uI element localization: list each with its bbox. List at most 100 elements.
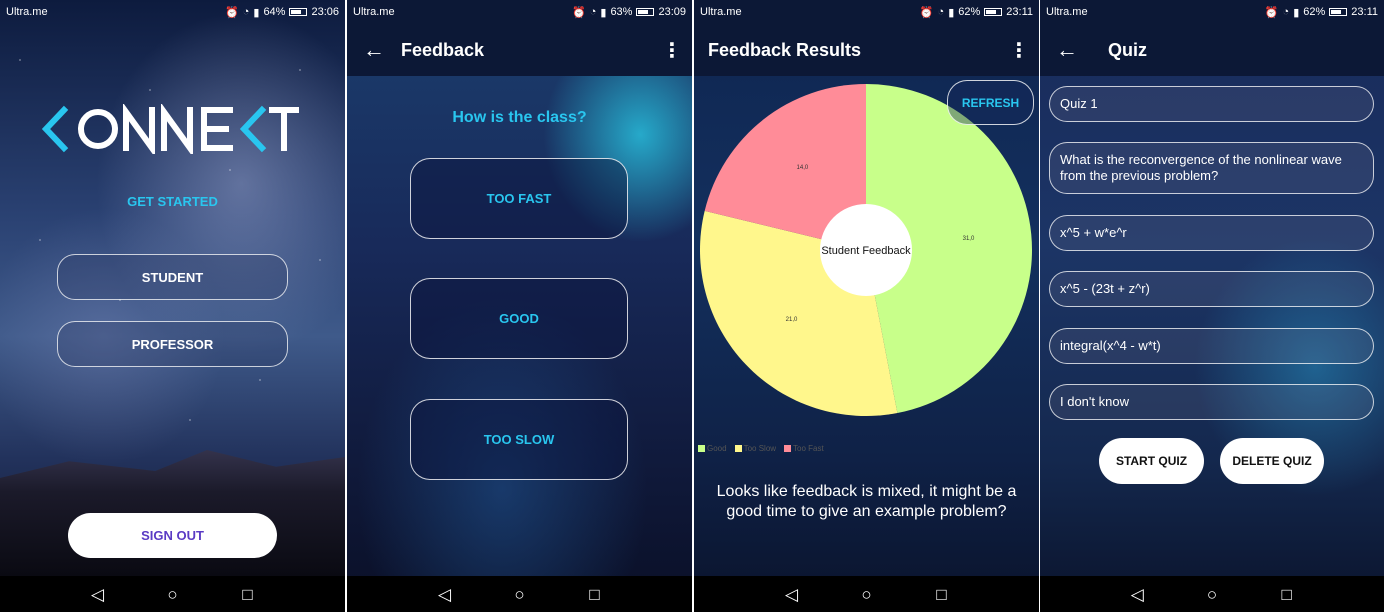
clock: 23:11	[1351, 6, 1378, 18]
quiz-name-field[interactable]: Quiz 1	[1049, 86, 1374, 122]
android-nav-bar: ◁ ○ □	[694, 576, 1039, 612]
signal-icon: ▮	[948, 6, 955, 19]
wifi-icon: ◔	[937, 6, 945, 18]
wifi-icon: ◔	[589, 6, 597, 18]
status-icons: ⏰ ◔ ▮ 63% 23:09	[572, 6, 686, 19]
status-bar: Ultra.me ⏰ ◔ ▮ 63% 23:09	[347, 0, 692, 24]
status-icons: ⏰ ◔ ▮ 62% 23:11	[1265, 6, 1378, 19]
delete-quiz-button[interactable]: DELETE QUIZ	[1220, 438, 1324, 484]
student-button[interactable]: STUDENT	[57, 254, 288, 300]
android-nav-bar: ◁ ○ □	[0, 576, 345, 612]
legend-item: Too Fast	[784, 444, 824, 453]
page-title: Feedback Results	[708, 39, 862, 60]
more-options-icon[interactable]: ⋮	[652, 38, 692, 63]
home-screen: Ultra.me ⏰ ◔ ▮ 64% 23:06 GET STARTED STU…	[0, 0, 345, 612]
sign-out-button[interactable]: SIGN OUT	[68, 513, 277, 558]
back-arrow-icon[interactable]: ←	[347, 37, 401, 63]
signal-icon: ▮	[1293, 6, 1300, 19]
good-button[interactable]: GOOD	[410, 278, 628, 359]
konnekt-logo	[41, 104, 299, 154]
recents-nav-icon[interactable]: □	[1272, 586, 1302, 603]
legend-swatch	[734, 445, 742, 452]
back-nav-icon[interactable]: ◁	[83, 586, 113, 603]
battery-percent: 63%	[610, 6, 633, 18]
app-bar: ← Feedback ⋮	[347, 24, 692, 76]
answer-option-field[interactable]: x^5 + w*e^r	[1049, 215, 1374, 251]
battery-icon	[289, 8, 308, 16]
android-nav-bar: ◁ ○ □	[347, 576, 692, 612]
recents-nav-icon[interactable]: □	[927, 586, 957, 603]
feedback-results-screen: Ultra.me ⏰ ◔ ▮ 62% 23:11 Feedback Result…	[694, 0, 1039, 612]
refresh-button[interactable]: REFRESH	[947, 80, 1034, 125]
clock: 23:11	[1006, 6, 1033, 18]
back-nav-icon[interactable]: ◁	[430, 586, 460, 603]
slice-value-label: 21,0	[786, 317, 798, 323]
home-nav-icon[interactable]: ○	[1197, 586, 1227, 603]
start-quiz-button[interactable]: START QUIZ	[1099, 438, 1204, 484]
professor-button[interactable]: PROFESSOR	[57, 321, 288, 367]
slice-value-label: 14,0	[797, 165, 809, 171]
feedback-message: Looks like feedback is mixed, it might b…	[716, 483, 1017, 520]
quiz-screen: Ultra.me ⏰ ◔ ▮ 62% 23:11 ← Quiz Quiz 1 W…	[1040, 0, 1384, 612]
legend-label: Too Slow	[743, 444, 777, 453]
battery-icon	[1329, 8, 1348, 16]
legend-label: Too Fast	[793, 444, 824, 453]
alarm-icon: ⏰	[572, 6, 586, 19]
battery-percent: 62%	[1303, 6, 1326, 18]
answer-option-field[interactable]: I don't know	[1049, 384, 1374, 420]
carrier-name: Ultra.me	[353, 6, 395, 18]
legend-item: Good	[698, 444, 727, 453]
battery-percent: 62%	[958, 6, 981, 18]
back-nav-icon[interactable]: ◁	[777, 586, 807, 603]
home-nav-icon[interactable]: ○	[852, 586, 882, 603]
home-nav-icon[interactable]: ○	[158, 586, 188, 603]
battery-percent: 64%	[263, 6, 286, 18]
status-bar: Ultra.me ⏰ ◔ ▮ 64% 23:06	[0, 0, 345, 24]
alarm-icon: ⏰	[225, 6, 239, 19]
question-field[interactable]: What is the reconvergence of the nonline…	[1049, 142, 1374, 194]
signal-icon: ▮	[253, 6, 260, 19]
clock: 23:09	[658, 6, 686, 18]
more-options-icon[interactable]: ⋮	[999, 38, 1039, 63]
pie-center-label: Student Feedback	[821, 245, 911, 257]
app-bar: ← Quiz	[1040, 24, 1384, 76]
recents-nav-icon[interactable]: □	[580, 586, 610, 603]
feedback-question: How is the class?	[452, 109, 587, 126]
carrier-name: Ultra.me	[6, 6, 48, 18]
page-title: Quiz	[1108, 39, 1147, 60]
alarm-icon: ⏰	[919, 6, 934, 19]
signal-icon: ▮	[600, 6, 607, 19]
carrier-name: Ultra.me	[1046, 6, 1088, 18]
status-bar: Ultra.me ⏰ ◔ ▮ 62% 23:11	[1040, 0, 1384, 24]
back-nav-icon[interactable]: ◁	[1122, 586, 1152, 603]
home-nav-icon[interactable]: ○	[505, 586, 535, 603]
feedback-pie-chart: 31,0 21,0 14,0 Student Feedback	[700, 84, 1032, 416]
page-title: Feedback	[401, 39, 485, 60]
get-started-link[interactable]: GET STARTED	[0, 194, 345, 209]
feedback-screen: Ultra.me ⏰ ◔ ▮ 63% 23:09 ← Feedback ⋮ Ho…	[347, 0, 692, 612]
clock: 23:06	[311, 6, 339, 18]
chart-legend: Good Too Slow Too Fast	[698, 444, 824, 453]
legend-swatch	[784, 445, 792, 452]
status-bar: Ultra.me ⏰ ◔ ▮ 62% 23:11	[694, 0, 1039, 24]
wifi-icon: ◔	[242, 6, 250, 18]
status-icons: ⏰ ◔ ▮ 64% 23:06	[225, 6, 339, 19]
carrier-name: Ultra.me	[700, 6, 742, 18]
legend-item: Too Slow	[734, 444, 777, 453]
legend-swatch	[698, 445, 705, 452]
too-fast-button[interactable]: TOO FAST	[410, 158, 628, 239]
answer-option-field[interactable]: integral(x^4 - w*t)	[1049, 328, 1374, 364]
android-nav-bar: ◁ ○ □	[1040, 576, 1384, 612]
battery-icon	[636, 8, 655, 16]
legend-label: Good	[707, 444, 727, 453]
back-arrow-icon[interactable]: ←	[1040, 37, 1094, 63]
answer-option-field[interactable]: x^5 - (23t + z^r)	[1049, 271, 1374, 307]
status-icons: ⏰ ◔ ▮ 62% 23:11	[920, 6, 1033, 19]
screenshot-strip: Ultra.me ⏰ ◔ ▮ 64% 23:06 GET STARTED STU…	[0, 0, 1384, 612]
battery-icon	[984, 8, 1003, 16]
too-slow-button[interactable]: TOO SLOW	[410, 399, 628, 480]
slice-value-label: 31,0	[963, 236, 975, 242]
app-bar: Feedback Results ⋮	[694, 24, 1039, 76]
recents-nav-icon[interactable]: □	[233, 586, 263, 603]
alarm-icon: ⏰	[1264, 6, 1279, 19]
